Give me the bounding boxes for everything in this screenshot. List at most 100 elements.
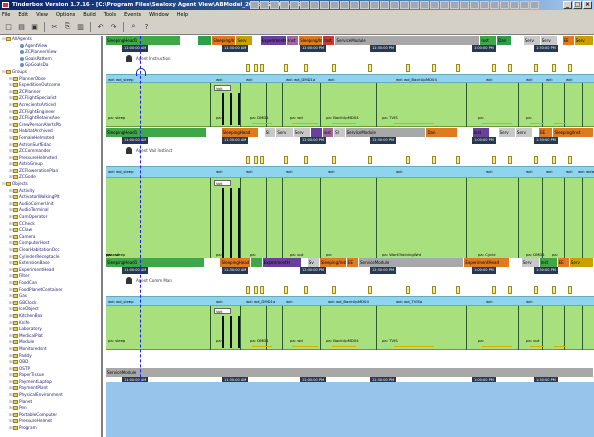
activity-segment[interactable]: SleepingHead: [220, 258, 251, 267]
workframe-label[interactable]: wd:: [246, 169, 253, 174]
event-flag-icon[interactable]: [456, 286, 460, 294]
activity-segment[interactable]: Inst: [480, 36, 498, 45]
expand-icon[interactable]: ⊞: [9, 102, 13, 109]
activity-segment[interactable]: Serv: [523, 36, 541, 45]
event-flag-icon[interactable]: [260, 286, 264, 294]
tree-item[interactable]: ⊞ PhysicalEnvironment: [0, 392, 101, 399]
activity-segment[interactable]: Serv: [515, 128, 534, 137]
expand-icon[interactable]: ⊞: [9, 135, 13, 142]
activity-segment[interactable]: [458, 128, 473, 137]
event-flag-icon[interactable]: [260, 156, 264, 164]
tree-item[interactable]: ⊞ Program: [0, 425, 101, 432]
expand-icon[interactable]: ⊞: [9, 412, 13, 419]
tree-item[interactable]: ⊞ CylinderReceptacle: [0, 254, 101, 261]
expand-icon[interactable]: ⊞: [9, 280, 13, 287]
expand-icon[interactable]: ⊞: [9, 115, 13, 122]
activity-segment[interactable]: [509, 258, 522, 267]
expand-icon[interactable]: ⊞: [9, 359, 13, 366]
help-button[interactable]: ?: [141, 21, 152, 32]
activity-segment[interactable]: Inst: [322, 128, 335, 137]
close-button[interactable]: ×: [583, 1, 592, 9]
activity-segment[interactable]: Serv: [276, 128, 294, 137]
event-flag-icon[interactable]: [284, 64, 288, 72]
expand-icon[interactable]: ⊞: [9, 109, 13, 116]
activity-segment[interactable]: ExperimentHead: [464, 258, 510, 267]
activity-label[interactable]: pa:: [250, 252, 256, 257]
tree-item[interactable]: ⊞ CClaw: [0, 227, 101, 234]
activity-segment[interactable]: Sleeping/Inst: [212, 36, 237, 45]
tree-item[interactable]: ⊞ AudioTerminal: [0, 207, 101, 214]
tree-item[interactable]: ⊞ PressureHelmet: [0, 418, 101, 425]
expand-icon[interactable]: ⊞: [9, 392, 13, 399]
expand-icon[interactable]: ⊞: [9, 273, 13, 280]
expand-icon[interactable]: ⊞: [9, 260, 13, 267]
workframe-label[interactable]: wd: wd_sleep: [108, 169, 134, 174]
activity-label[interactable]: pa: TVIS: [382, 338, 398, 343]
expand-icon[interactable]: ⊞: [9, 385, 13, 392]
tree-item[interactable]: ⊞ Pen: [0, 405, 101, 412]
expand-icon[interactable]: ⊞: [9, 82, 13, 89]
tree-item[interactable]: ZCPlannerView: [0, 49, 101, 56]
workframe-label[interactable]: wd:: [566, 77, 573, 82]
tree-item[interactable]: AgentView: [0, 43, 101, 50]
event-flag-icon[interactable]: [260, 64, 264, 72]
tree-item[interactable]: ⊞ HabitatArchived: [0, 128, 101, 135]
expand-icon[interactable]: ⊞: [9, 76, 13, 83]
tree-item[interactable]: ⊞ ZCPlanner: [0, 89, 101, 96]
activity-segment[interactable]: [250, 258, 263, 267]
expand-icon[interactable]: ⊞: [9, 333, 13, 340]
activity-segment[interactable]: Serv: [540, 36, 558, 45]
activity-label[interactable]: pa: sleep: [108, 115, 125, 120]
tree-item[interactable]: ⊞ ZCCommander: [0, 148, 101, 155]
activity-label[interactable]: pa: WorkTrainingWrd: [382, 252, 421, 257]
activity-segment[interactable]: SleepingHead1: [106, 258, 206, 267]
event-flag-icon[interactable]: [304, 156, 308, 164]
menu-edit[interactable]: Edit: [18, 12, 28, 18]
activity-segment[interactable]: EE: [562, 36, 575, 45]
event-flag-icon[interactable]: [492, 64, 496, 72]
menu-events[interactable]: Events: [124, 12, 141, 18]
event-flag-icon[interactable]: [456, 156, 460, 164]
event-flag-icon[interactable]: [284, 286, 288, 294]
tree-item[interactable]: ⊟ Objects: [0, 181, 101, 188]
expand-icon[interactable]: ⊞: [9, 287, 13, 294]
event-flag-icon[interactable]: [254, 64, 258, 72]
activity-segment[interactable]: EE: [346, 258, 359, 267]
expand-icon[interactable]: ⊞: [9, 339, 13, 346]
tree-item[interactable]: ⊞ ExpeditionOutcome: [0, 82, 101, 89]
workframe-label[interactable]: wd: wd_BackUpMD04: [328, 299, 369, 304]
activity-segment[interactable]: Sv: [307, 258, 320, 267]
event-flag-icon[interactable]: [246, 156, 250, 164]
activity-segment[interactable]: Sleeping/Inst: [319, 258, 347, 267]
minimize-button[interactable]: _: [563, 1, 572, 9]
menu-options[interactable]: Options: [56, 12, 75, 18]
tree-item[interactable]: GpGoalsDa: [0, 62, 101, 69]
workframe-label[interactable]: wd:: [486, 77, 493, 82]
activity-segment[interactable]: [310, 128, 323, 137]
expand-icon[interactable]: ⊞: [9, 214, 13, 221]
save-button[interactable]: ▣: [29, 21, 40, 32]
event-flag-icon[interactable]: [508, 64, 512, 72]
tree-item[interactable]: ⊞ FoodPlanetContainer: [0, 287, 101, 294]
activity-label[interactable]: pa: out: [526, 338, 539, 343]
tree-item[interactable]: ⊞ CCheck: [0, 221, 101, 228]
workframe-label[interactable]: wd:: [566, 169, 573, 174]
tree-item[interactable]: ⊞ CrewPersonAlertsPb: [0, 122, 101, 129]
workframe-label[interactable]: wd:: [286, 169, 293, 174]
tree-item[interactable]: ⊞ ZCFlightSpecialist: [0, 95, 101, 102]
activity-segment[interactable]: Dan: [426, 128, 459, 137]
menu-help[interactable]: Help: [177, 12, 188, 18]
activity-segment[interactable]: Serv: [521, 258, 540, 267]
maximize-button[interactable]: □: [573, 1, 582, 9]
expand-icon[interactable]: ⊞: [9, 366, 13, 373]
activity-label[interactable]: pa: TVIS: [382, 115, 398, 120]
activity-label[interactable]: pa: out: [290, 252, 303, 257]
tree-item[interactable]: ⊞ ExtensionBase: [0, 260, 101, 267]
tree-item[interactable]: ⊞ IceObject: [0, 306, 101, 313]
tree-item[interactable]: ⊞ Module: [0, 339, 101, 346]
expand-icon[interactable]: ⊞: [9, 425, 13, 432]
event-flag-icon[interactable]: [332, 64, 336, 72]
event-flag-icon[interactable]: [284, 156, 288, 164]
tree-item[interactable]: ⊞ PortableComputer: [0, 412, 101, 419]
time-cursor-handle[interactable]: [136, 68, 146, 76]
